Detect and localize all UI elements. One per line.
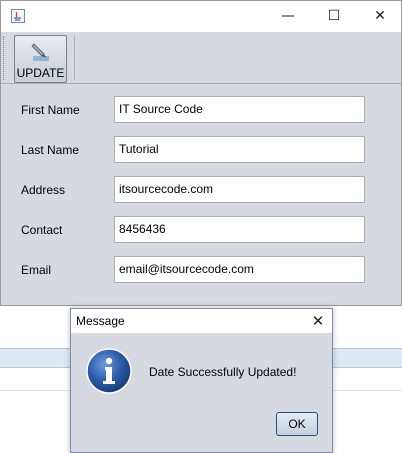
contact-field[interactable]: 8456436 — [114, 216, 365, 243]
ok-button[interactable]: OK — [276, 412, 318, 436]
update-button-label: UPDATE — [16, 66, 65, 80]
java-app-icon — [11, 9, 25, 23]
dialog-message: Date Successfully Updated! — [149, 365, 297, 379]
toolbar-grip[interactable] — [3, 36, 7, 80]
email-row: Email email@itsourcecode.com — [1, 256, 401, 286]
toolbar: UPDATE — [1, 32, 401, 84]
dialog-close-button[interactable]: ✕ — [306, 309, 330, 333]
close-button[interactable]: ✕ — [357, 1, 402, 32]
edit-pen-icon — [31, 43, 49, 61]
maximize-button[interactable]: ☐ — [311, 1, 357, 32]
window-titlebar: — ☐ ✕ — [1, 1, 401, 32]
first-name-row: First Name IT Source Code — [1, 96, 401, 126]
last-name-row: Last Name Tutorial — [1, 136, 401, 166]
email-field[interactable]: email@itsourcecode.com — [114, 256, 365, 283]
info-icon — [86, 348, 132, 394]
dialog-titlebar: Message ✕ — [71, 309, 332, 333]
dialog-title: Message — [76, 314, 125, 328]
contact-row: Contact 8456436 — [1, 216, 401, 246]
first-name-field[interactable]: IT Source Code — [114, 96, 365, 123]
main-window: — ☐ ✕ UPDATE First Name IT Source Code L… — [0, 0, 402, 306]
last-name-label: Last Name — [21, 143, 80, 157]
email-label: Email — [21, 263, 52, 277]
address-row: Address itsourcecode.com — [1, 176, 401, 206]
contact-label: Contact — [21, 223, 63, 237]
message-dialog: Message ✕ Date Successfully Updated! OK — [70, 308, 333, 453]
first-name-label: First Name — [21, 103, 80, 117]
address-field[interactable]: itsourcecode.com — [114, 176, 365, 203]
last-name-field[interactable]: Tutorial — [114, 136, 365, 163]
minimize-button[interactable]: — — [265, 1, 311, 32]
update-button[interactable]: UPDATE — [14, 35, 67, 83]
toolbar-separator — [74, 36, 75, 80]
address-label: Address — [21, 183, 66, 197]
